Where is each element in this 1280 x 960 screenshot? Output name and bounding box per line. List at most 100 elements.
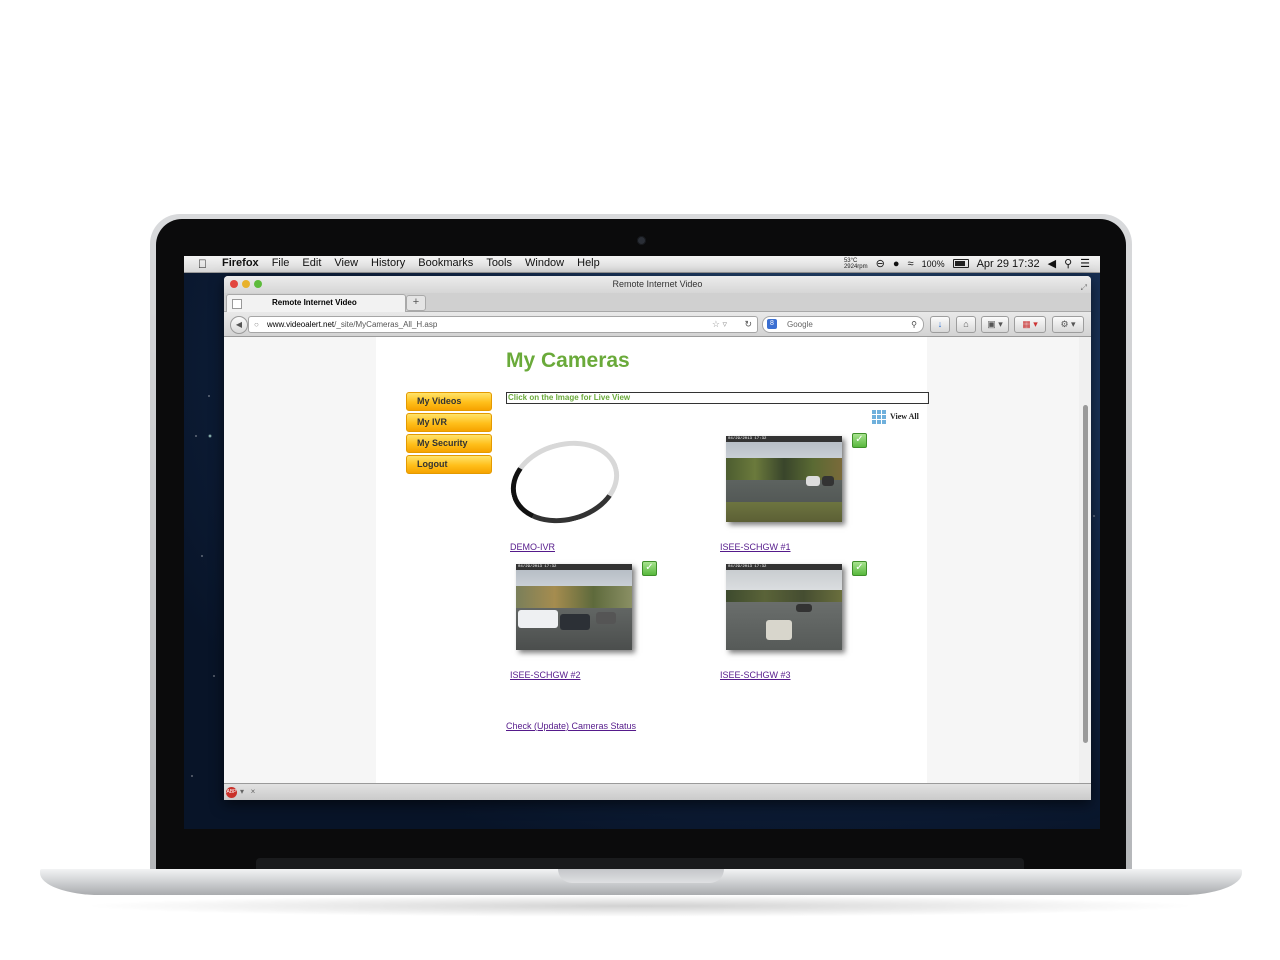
- zoom-window-button[interactable]: [254, 280, 262, 288]
- live-view-instruction: Click on the Image for Live View: [506, 392, 929, 404]
- laptop-shadow: [80, 895, 1200, 917]
- camera-link-isee-schgw-1[interactable]: ISEE-SCHGW #1: [720, 542, 791, 552]
- menubar-extras: 53°C 2924rpm ⊖ ● ≈ 100% Apr 29 17:32 ◀ ⚲…: [844, 257, 1090, 271]
- menu-view[interactable]: View: [334, 257, 358, 269]
- side-nav-menu: My Videos My IVR My Security Logout: [406, 392, 492, 476]
- nav-my-videos[interactable]: My Videos: [406, 392, 492, 411]
- thumb-car: [806, 476, 820, 486]
- search-bar[interactable]: 8 Google ⚲: [762, 316, 924, 333]
- window-title: Remote Internet Video: [612, 279, 703, 289]
- menu-window[interactable]: Window: [525, 257, 564, 269]
- battery-percent[interactable]: 100%: [922, 259, 945, 269]
- adblock-icon[interactable]: ABP: [226, 787, 237, 798]
- camera-link-demo-ivr[interactable]: DEMO-IVR: [510, 542, 555, 552]
- menu-edit[interactable]: Edit: [302, 257, 321, 269]
- search-placeholder: Google: [787, 320, 813, 329]
- globe-icon: ○: [254, 320, 259, 329]
- menu-bookmarks[interactable]: Bookmarks: [418, 257, 473, 269]
- menu-help[interactable]: Help: [577, 257, 600, 269]
- camera-timestamp: 04/29/2013 17:32: [518, 565, 557, 569]
- camera-thumbnail-3[interactable]: 04/29/2013 17:32: [726, 564, 842, 650]
- menu-list: Firefox File Edit View History Bookmarks…: [222, 257, 613, 269]
- home-button[interactable]: ⌂: [956, 316, 976, 333]
- thumb-car: [796, 604, 812, 612]
- page-favicon-icon: [232, 299, 242, 309]
- bookmark-star-icon[interactable]: ☆ ▿: [712, 317, 727, 332]
- clock[interactable]: Apr 29 17:32: [977, 258, 1040, 270]
- apple-icon[interactable]: : [198, 257, 207, 271]
- pdf-button[interactable]: ▦ ▾: [1014, 316, 1046, 333]
- menu-file[interactable]: File: [272, 257, 290, 269]
- search-icon[interactable]: ⚲: [911, 317, 917, 332]
- fan-speed-value: 2924rpm: [843, 263, 868, 270]
- camera-online-check-icon: ✓: [852, 433, 867, 448]
- reload-icon[interactable]: ↻: [744, 317, 752, 332]
- downloads-button[interactable]: ↓: [930, 316, 950, 333]
- page-margin-left: [224, 337, 376, 783]
- grid-view-icon: [872, 410, 886, 424]
- opening-notch: [558, 869, 724, 883]
- navigation-toolbar: ◀ ○ www.videoalert.net/_site/MyCameras_A…: [224, 312, 1091, 337]
- window-controls: [230, 280, 262, 288]
- url-domain: www.videoalert.net: [267, 320, 335, 329]
- camera-online-check-icon: ✓: [642, 561, 657, 576]
- camera-online-check-icon: ✓: [852, 561, 867, 576]
- camera-thumbnail-2[interactable]: 04/29/2013 17:32: [516, 564, 632, 650]
- browser-window: Remote Internet Video ⤢ Remote Internet …: [224, 276, 1091, 800]
- nav-logout[interactable]: Logout: [406, 455, 492, 474]
- spotlight-icon[interactable]: ⚲: [1064, 257, 1072, 270]
- url-text: www.videoalert.net/_site/MyCameras_All_H…: [267, 317, 437, 332]
- eject-icon[interactable]: ●: [893, 258, 900, 270]
- loading-spinner[interactable]: [501, 429, 629, 535]
- scrollbar-thumb[interactable]: [1083, 405, 1088, 743]
- window-titlebar: Remote Internet Video ⤢: [224, 276, 1091, 293]
- volume-icon[interactable]: ◀: [1048, 257, 1056, 270]
- menu-history[interactable]: History: [371, 257, 405, 269]
- thumb-grass: [726, 502, 842, 522]
- camera-timestamp: 04/29/2013 17:32: [728, 565, 767, 569]
- tab-label: Remote Internet Video: [272, 298, 357, 307]
- notification-center-icon[interactable]: ☰: [1080, 257, 1090, 270]
- back-button[interactable]: ◀: [230, 316, 248, 334]
- camera-link-isee-schgw-2[interactable]: ISEE-SCHGW #2: [510, 670, 581, 680]
- mac-menubar:  Firefox File Edit View History Bookmar…: [184, 256, 1100, 273]
- temperature-readout[interactable]: 53°C 2924rpm: [844, 258, 868, 270]
- battery-icon[interactable]: [952, 259, 969, 268]
- addon-bar-close-icon[interactable]: ▾ ×: [240, 787, 255, 796]
- page-margin-right: [927, 337, 1079, 783]
- view-all-button[interactable]: View All: [872, 410, 919, 424]
- nav-my-ivr[interactable]: My IVR: [406, 413, 492, 432]
- status-bar: ABP ▾ ×: [224, 783, 1091, 800]
- screenshot-button[interactable]: ▣ ▾: [981, 316, 1009, 333]
- url-bar[interactable]: ○ www.videoalert.net/_site/MyCameras_All…: [248, 316, 758, 333]
- check-cameras-status-link[interactable]: Check (Update) Cameras Status: [506, 721, 636, 731]
- camera-link-isee-schgw-3[interactable]: ISEE-SCHGW #3: [720, 670, 791, 680]
- thumb-car: [766, 620, 792, 640]
- extension-button[interactable]: ⚙ ▾: [1052, 316, 1084, 333]
- camera-thumbnail-1[interactable]: 04/29/2013 17:32: [726, 436, 842, 522]
- thumb-car: [560, 614, 590, 630]
- thumb-car: [822, 476, 834, 486]
- close-window-button[interactable]: [230, 280, 238, 288]
- page-title: My Cameras: [506, 349, 630, 372]
- camera-timestamp: 04/29/2013 17:32: [728, 437, 767, 441]
- view-all-label: View All: [890, 411, 919, 421]
- scrollbar[interactable]: [1079, 337, 1091, 783]
- thumb-car: [596, 612, 616, 624]
- wifi-icon[interactable]: ≈: [908, 258, 914, 270]
- menu-tools[interactable]: Tools: [486, 257, 512, 269]
- tab-bar: Remote Internet Video +: [224, 293, 1091, 312]
- webcam: [637, 236, 646, 245]
- timemachine-icon[interactable]: ⊖: [876, 257, 885, 270]
- thumb-trees: [516, 586, 632, 610]
- thumb-car: [518, 610, 558, 628]
- page-viewport: My Cameras My Videos My IVR My Security …: [224, 337, 1091, 783]
- menu-app-name[interactable]: Firefox: [222, 257, 259, 269]
- minimize-window-button[interactable]: [242, 280, 250, 288]
- google-engine-icon[interactable]: 8: [767, 319, 777, 329]
- screen:  Firefox File Edit View History Bookmar…: [184, 256, 1100, 829]
- nav-my-security[interactable]: My Security: [406, 434, 492, 453]
- url-path: /_site/MyCameras_All_H.asp: [334, 320, 438, 329]
- new-tab-button[interactable]: +: [406, 295, 426, 311]
- tab-remote-internet-video[interactable]: Remote Internet Video: [226, 294, 406, 312]
